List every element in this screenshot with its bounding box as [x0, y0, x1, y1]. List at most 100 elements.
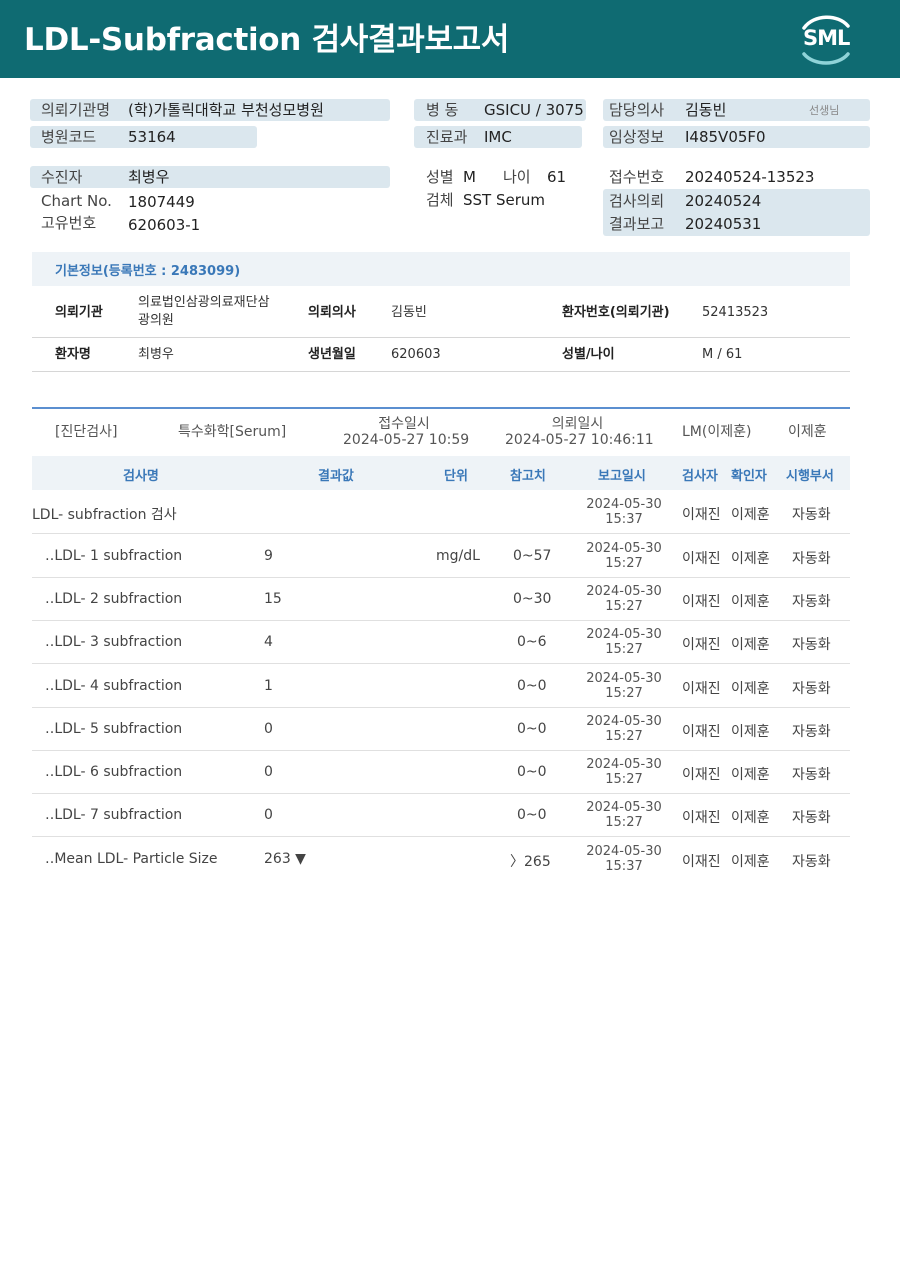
- result-value: 1: [264, 678, 273, 694]
- tester: 이재진: [682, 681, 721, 697]
- chart-no-value: 1807449: [128, 193, 195, 211]
- department: 자동화: [792, 854, 831, 870]
- test-name: ‥LDL- 3 subfraction: [45, 634, 183, 650]
- unique-no-value: 620603-1: [128, 216, 201, 234]
- basic-info-title: 기본정보(등록번호 : 2483099): [55, 264, 241, 279]
- doctor-value: 김동빈: [685, 101, 727, 119]
- test-name: LDL- subfraction 검사: [32, 507, 177, 523]
- patient-label: 수진자: [41, 168, 83, 186]
- test-name: ‥LDL- 6 subfraction: [45, 764, 183, 780]
- age-value: 61: [547, 168, 567, 186]
- report-time: 15:27: [605, 729, 643, 744]
- hospital-code-label: 병원코드: [41, 128, 97, 146]
- col-unit: 단위: [444, 469, 468, 484]
- test-category: [진단검사]: [55, 424, 118, 440]
- received-value: 2024-05-27 10:59: [343, 432, 470, 448]
- checker: 이제훈: [731, 724, 770, 740]
- unique-no-label: 고유번호: [41, 214, 97, 232]
- test-name: ‥LDL- 4 subfraction: [45, 678, 183, 694]
- sex-value: M: [463, 168, 476, 186]
- received-label: 접수일시: [378, 416, 430, 432]
- lm-name: LM(이제훈): [682, 424, 752, 440]
- checker: 이제훈: [731, 507, 770, 523]
- patient-no-value: 52413523: [702, 305, 769, 320]
- col-reference: 참고치: [510, 469, 546, 484]
- checker: 이제훈: [731, 594, 770, 610]
- department: 자동화: [792, 724, 831, 740]
- department: 자동화: [792, 507, 831, 523]
- tester: 이재진: [682, 637, 721, 653]
- tester: 이재진: [682, 810, 721, 826]
- col-test-name: 검사명: [123, 469, 159, 484]
- department: 자동화: [792, 637, 831, 653]
- test-name: ‥LDL- 7 subfraction: [45, 807, 183, 823]
- reference-range: 0~0: [517, 807, 547, 823]
- inst-value-line1: 의료법인삼광의료재단삼: [138, 295, 270, 310]
- inst-value-line2: 광의원: [138, 313, 174, 328]
- report-time: 15:27: [605, 686, 643, 701]
- department: 자동화: [792, 551, 831, 567]
- test-name: ‥LDL- 5 subfraction: [45, 721, 183, 737]
- table-row: ‥LDL- 5 subfraction 0 0~0 2024-05-30 15:…: [32, 708, 850, 751]
- department: 자동화: [792, 767, 831, 783]
- table-row: ‥LDL- 4 subfraction 1 0~0 2024-05-30 15:…: [32, 665, 850, 708]
- doctor-suffix: 선생님: [809, 104, 840, 117]
- tester: 이재진: [682, 854, 721, 870]
- sml-logo-text: SML: [803, 26, 850, 50]
- tester: 이재진: [682, 724, 721, 740]
- report-time: 15:27: [605, 642, 643, 657]
- confirmer-name: 이제훈: [788, 424, 827, 440]
- result-value: 4: [264, 634, 273, 650]
- section-divider: [32, 407, 850, 409]
- request-date-value: 20240524: [685, 192, 762, 210]
- report-header: LDL-Subfraction 검사결과보고서 SML: [0, 0, 900, 78]
- ref-doctor-label: 의뢰의사: [308, 305, 356, 320]
- ref-doctor-value: 김동빈: [391, 305, 427, 320]
- result-value: 15: [264, 591, 282, 607]
- clinical-info-label: 임상정보: [609, 128, 665, 146]
- patient-no-label: 환자번호(의뢰기관): [562, 305, 670, 320]
- col-result: 결과값: [318, 469, 354, 484]
- reference-range: 0~30: [513, 591, 552, 607]
- tester: 이재진: [682, 507, 721, 523]
- report-time: 15:27: [605, 815, 643, 830]
- patient-name-label: 환자명: [55, 347, 91, 362]
- sml-logo: SML: [796, 12, 856, 68]
- checker: 이제훈: [731, 810, 770, 826]
- report-date: 2024-05-30: [586, 584, 662, 599]
- report-date-label: 결과보고: [609, 215, 665, 233]
- report-date: 2024-05-30: [586, 844, 662, 859]
- birth-value: 620603: [391, 347, 441, 362]
- test-name: ‥LDL- 2 subfraction: [45, 591, 183, 607]
- report-date: 2024-05-30: [586, 757, 662, 772]
- reference-range: 〉265: [510, 854, 551, 870]
- table-row: ‥LDL- 3 subfraction 4 0~6 2024-05-30 15:…: [32, 621, 850, 664]
- unit: mg/dL: [436, 548, 480, 564]
- hospital-code-value: 53164: [128, 128, 176, 146]
- test-name: ‥Mean LDL- Particle Size: [45, 851, 218, 867]
- ward-value: GSICU / 3075: [484, 101, 584, 119]
- report-time: 15:27: [605, 599, 643, 614]
- table-row: ‥LDL- 2 subfraction 15 0~30 2024-05-30 1…: [32, 578, 850, 621]
- report-date: 2024-05-30: [586, 541, 662, 556]
- col-department: 시행부서: [786, 469, 834, 484]
- result-value: 9: [264, 548, 273, 564]
- requested-value: 2024-05-27 10:46:11: [505, 432, 654, 448]
- col-tester: 검사자: [682, 469, 718, 484]
- report-time: 15:27: [605, 556, 643, 571]
- checker: 이제훈: [731, 854, 770, 870]
- inst-label: 의뢰기관: [55, 305, 103, 320]
- report-date: 2024-05-30: [586, 671, 662, 686]
- sex-label: 성별: [426, 168, 454, 186]
- department: 자동화: [792, 681, 831, 697]
- result-value: 263 ▼: [264, 851, 306, 867]
- patient-name-value: 최병우: [138, 347, 174, 362]
- table-row: ‥LDL- 7 subfraction 0 0~0 2024-05-30 15:…: [32, 794, 850, 837]
- sex-age-value: M / 61: [702, 347, 743, 362]
- age-label: 나이: [503, 168, 531, 186]
- reference-range: 0~0: [517, 764, 547, 780]
- reference-range: 0~0: [517, 678, 547, 694]
- table-row: ‥Mean LDL- Particle Size 263 ▼ 〉265 2024…: [32, 838, 850, 881]
- basic-info-header: 기본정보(등록번호 : 2483099): [32, 252, 850, 286]
- report-date-value: 20240531: [685, 215, 762, 233]
